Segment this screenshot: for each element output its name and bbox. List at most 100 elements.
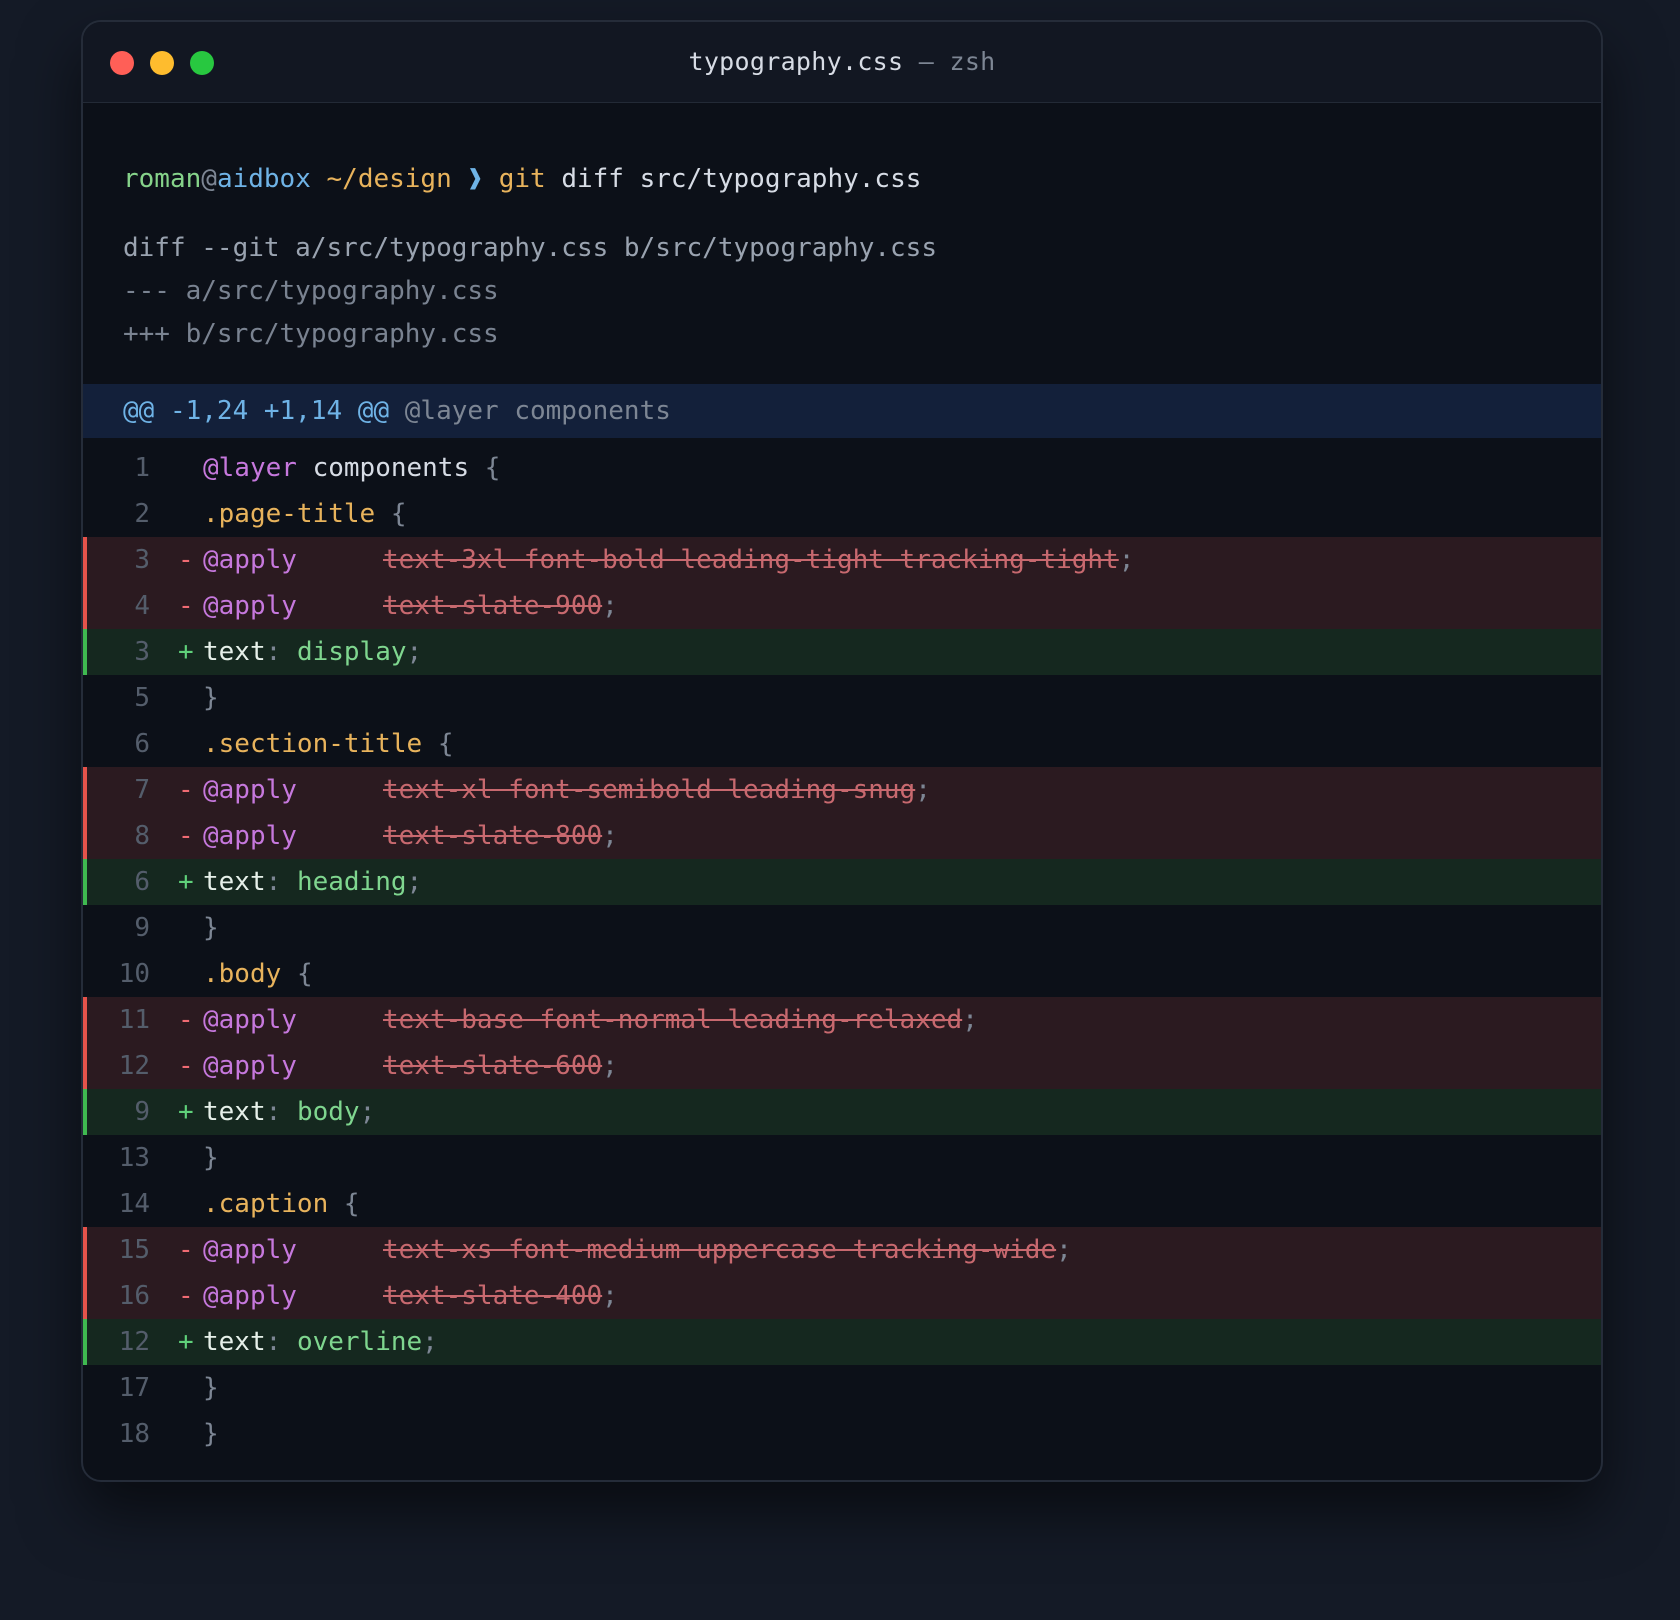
code-line: } — [203, 905, 219, 951]
close-brace: } — [203, 1143, 219, 1173]
diff-row-context: 9} — [83, 905, 1601, 951]
diff-sign: + — [178, 1327, 194, 1357]
line-number: 14 — [118, 1189, 150, 1219]
semicolon: ; — [359, 1097, 376, 1127]
line-number: 1 — [134, 453, 150, 483]
diff-sign: + — [178, 867, 194, 897]
line-number: 3 — [134, 545, 150, 575]
line-number: 6 — [134, 729, 150, 759]
apply-directive: @apply — [203, 1235, 297, 1265]
code-line: .page-title { — [203, 491, 407, 537]
css-property: text — [203, 1327, 266, 1357]
line-number: 9 — [134, 1097, 150, 1127]
line-number: 11 — [118, 1005, 150, 1035]
removed-utility-classes: text-slate-800 — [383, 821, 603, 851]
code-line: @apply text-base font-normal leading-rela… — [203, 997, 978, 1043]
css-value: heading — [296, 867, 407, 897]
window-title-shell: zsh — [949, 47, 996, 76]
code-line: @apply text-slate-800; — [203, 813, 618, 859]
css-selector: .section-title — [203, 729, 423, 759]
apply-directive: @apply — [203, 1051, 297, 1081]
colon: : — [265, 1097, 282, 1127]
code-line: text: overline; — [203, 1319, 438, 1365]
diff-row-added: 6 + text: heading; — [83, 859, 1601, 905]
code-line: @apply text-xl font-semibold leading-snug… — [203, 767, 931, 813]
shell-prompt: roman@aidbox ~/design ❱ git diff src/typ… — [123, 162, 921, 196]
diff-row-added: 12 + text: overline; — [83, 1319, 1601, 1365]
apply-directive: @apply — [203, 591, 297, 621]
close-brace: } — [203, 1419, 219, 1449]
line-number: 12 — [118, 1327, 150, 1357]
prompt-host: aidbox — [216, 164, 311, 194]
diff-sign: + — [178, 1097, 194, 1127]
semicolon: ; — [602, 591, 618, 621]
removed-utility-classes: text-3xl font-bold leading-tight trackin… — [383, 545, 1119, 575]
hunk-context: @layer components — [404, 396, 671, 426]
colon: : — [265, 867, 282, 897]
code-line: @apply text-slate-600; — [203, 1043, 618, 1089]
window-title-separator: — — [918, 47, 935, 76]
removed-utility-classes: text-xs font-medium uppercase tracking-w… — [383, 1235, 1057, 1265]
semicolon: ; — [1056, 1235, 1072, 1265]
diff-sign: - — [178, 1051, 194, 1081]
code-line: text: display; — [203, 629, 422, 675]
semicolon: ; — [602, 1051, 618, 1081]
diff-row-context: 6 .section-title { — [83, 721, 1601, 767]
removed-utility-classes: text-base font-normal leading-relaxed — [383, 1005, 963, 1035]
code-line: @layer components { — [203, 445, 500, 491]
code-line: } — [203, 1135, 219, 1181]
removed-utility-classes: text-xl font-semibold leading-snug — [383, 775, 916, 805]
diff-row-deleted: 16- @apply text-slate-400; — [83, 1273, 1601, 1319]
semicolon: ; — [406, 637, 423, 667]
diff-row-deleted: 12- @apply text-slate-600; — [83, 1043, 1601, 1089]
css-value: body — [296, 1097, 360, 1127]
line-number: 17 — [118, 1373, 150, 1403]
line-number: 18 — [118, 1419, 150, 1449]
semicolon: ; — [406, 867, 423, 897]
code-line: @apply text-3xl font-bold leading-tight t… — [203, 537, 1134, 583]
css-selector: .caption — [203, 1189, 329, 1219]
diff-lines: 1 @layer components {2 .page-title {3- @app… — [83, 445, 1601, 1457]
colon: : — [265, 637, 282, 667]
diff-sign: - — [178, 591, 194, 621]
css-value: overline — [296, 1327, 423, 1357]
diff-row-context: 17} — [83, 1365, 1601, 1411]
diff-row-context: 14 .caption { — [83, 1181, 1601, 1227]
line-number: 2 — [134, 499, 150, 529]
css-selector: .page-title — [203, 499, 376, 529]
code-line: .body { — [203, 951, 313, 997]
line-number: 12 — [118, 1051, 150, 1081]
css-property: text — [203, 1097, 266, 1127]
open-brace: { — [343, 1189, 360, 1219]
css-value: display — [296, 637, 407, 667]
prompt-arrow-icon: ❱ — [467, 164, 484, 194]
diff-row-deleted: 4- @apply text-slate-900; — [83, 583, 1601, 629]
code-line: .section-title { — [203, 721, 453, 767]
css-property: text — [203, 637, 266, 667]
apply-directive: @apply — [203, 1281, 297, 1311]
line-number: 3 — [134, 637, 150, 667]
window-title: typography.css — zsh — [83, 22, 1601, 102]
open-brace: { — [484, 453, 501, 483]
line-number: 10 — [118, 959, 150, 989]
line-number: 9 — [134, 913, 150, 943]
at-rule-keyword: @layer — [203, 453, 297, 483]
prompt-at: @ — [201, 164, 217, 194]
diff-old-file-header: --- a/src/typography.css — [123, 276, 499, 306]
diff-row-context: 13} — [83, 1135, 1601, 1181]
line-number: 5 — [134, 683, 150, 713]
semicolon: ; — [602, 1281, 618, 1311]
semicolon: ; — [602, 821, 618, 851]
diff-row-context: 2 .page-title { — [83, 491, 1601, 537]
open-brace: { — [296, 959, 313, 989]
diff-row-deleted: 7- @apply text-xl font-semibold leading-sn… — [83, 767, 1601, 813]
diff-row-context: 10 .body { — [83, 951, 1601, 997]
diff-sign: - — [178, 821, 194, 851]
diff-row-added: 9 + text: body; — [83, 1089, 1601, 1135]
terminal-window: typography.css — zsh roman@aidbox ~/desi… — [81, 20, 1603, 1482]
line-number: 4 — [134, 591, 150, 621]
diff-new-file-header: +++ b/src/typography.css — [123, 319, 499, 349]
prompt-command: git — [498, 164, 546, 194]
prompt-directory: ~/design — [326, 164, 452, 194]
line-number: 15 — [118, 1235, 150, 1265]
